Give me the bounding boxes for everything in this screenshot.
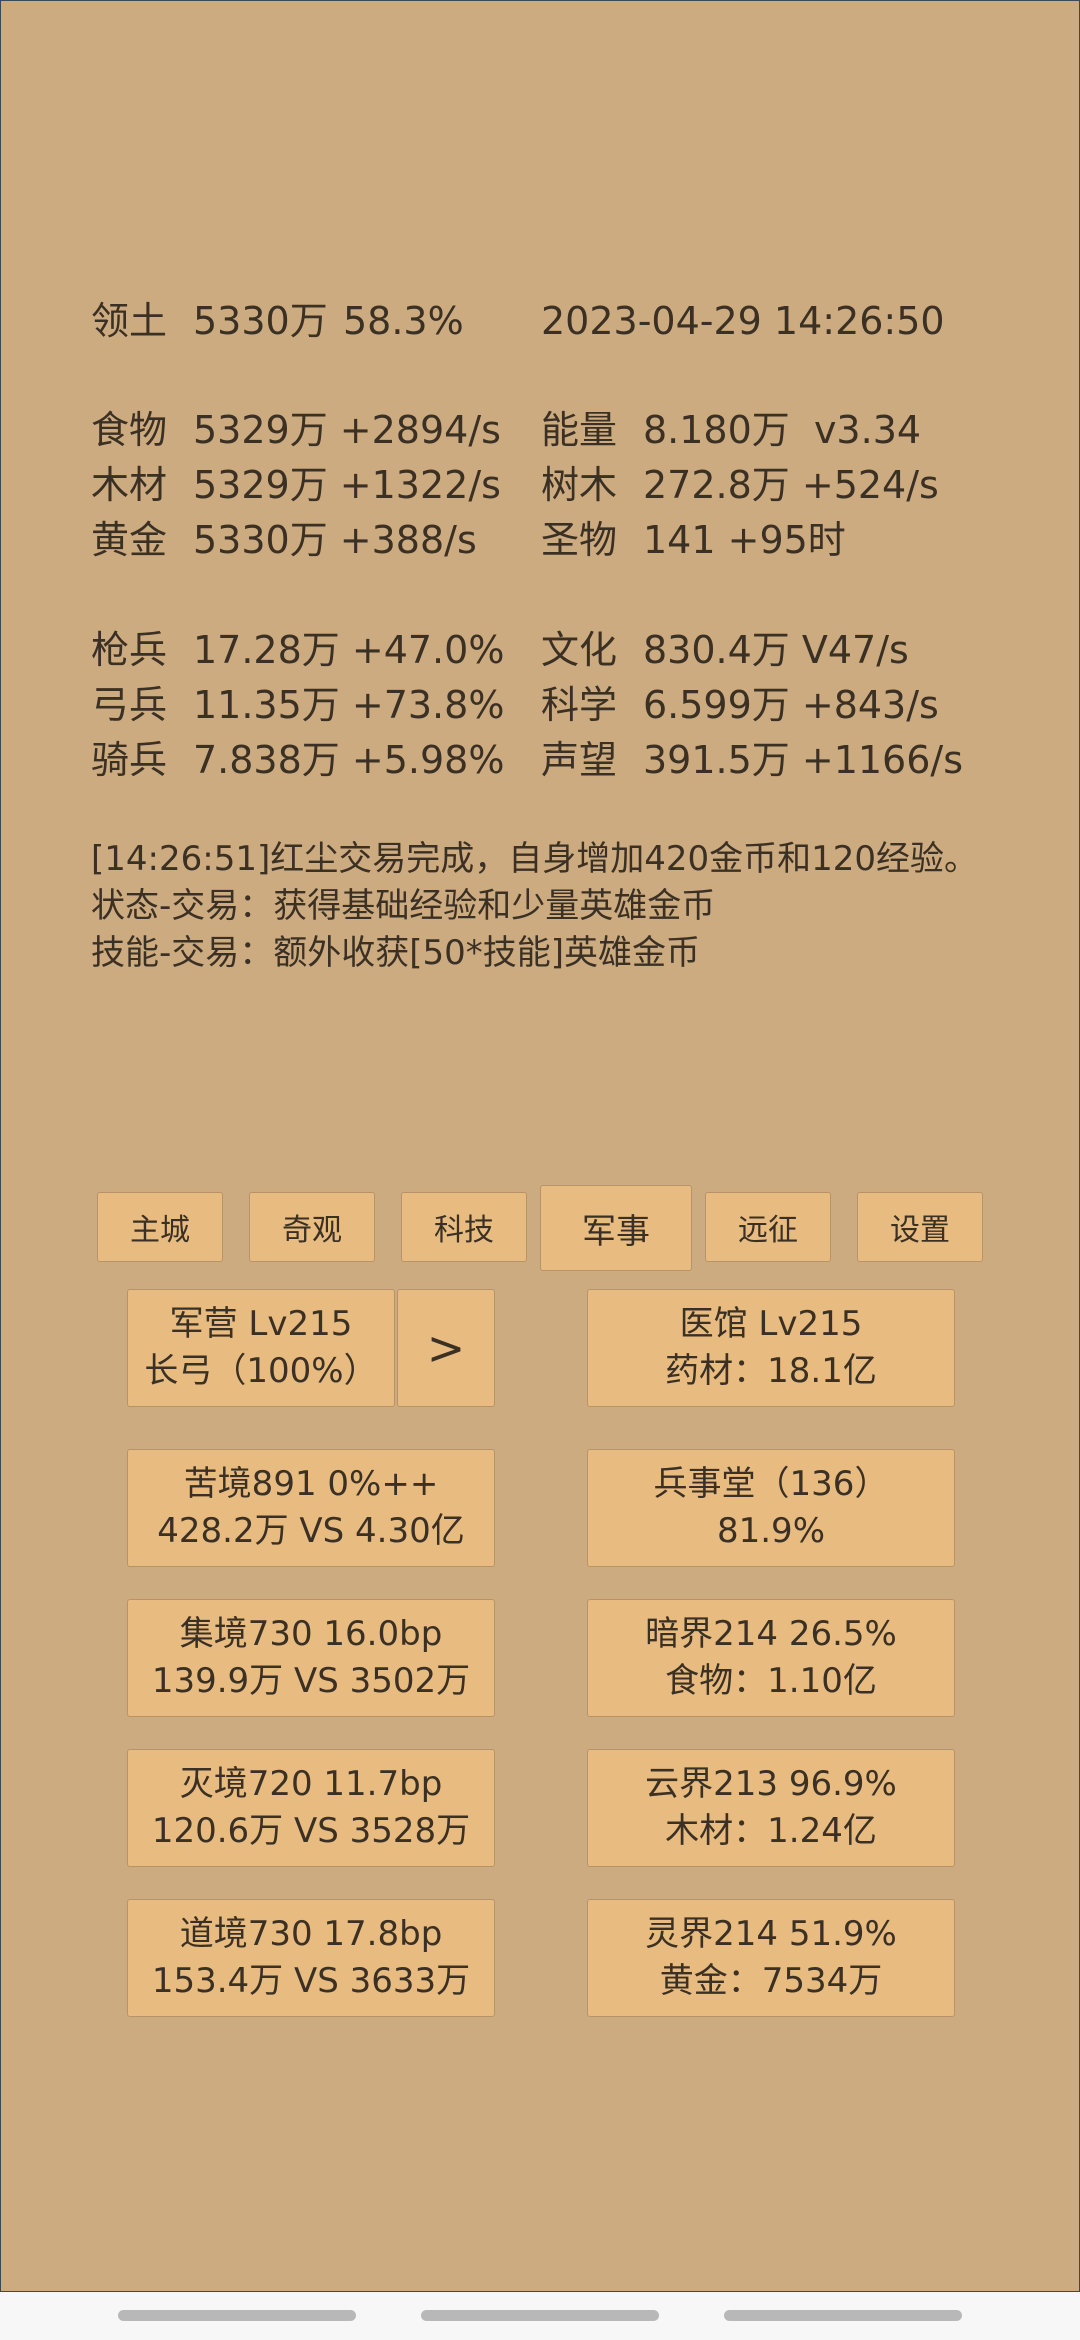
log-line: [14:26:51]红尘交易完成，自身增加420金币和120经验。 bbox=[91, 839, 979, 879]
cavalry-value: 7.838万 +5.98% bbox=[193, 738, 505, 782]
gold-value: 5330万 +388/s bbox=[193, 518, 477, 562]
hospital-medicine: 药材：18.1亿 bbox=[665, 1351, 877, 1391]
science-value: 6.599万 +843/s bbox=[643, 683, 939, 727]
card-detail: 120.6万 VS 3528万 bbox=[151, 1811, 471, 1851]
barracks-button[interactable]: 军营 Lv215 长弓（100%） bbox=[127, 1289, 395, 1407]
archers-value: 11.35万 +73.8% bbox=[193, 683, 505, 727]
card-detail: 153.4万 VS 3633万 bbox=[151, 1961, 471, 2001]
territory-percent: 58.3% bbox=[343, 299, 464, 343]
card-detail: 黄金：7534万 bbox=[659, 1961, 883, 2001]
realm-mie-button[interactable]: 灭境720 11.7bp 120.6万 VS 3528万 bbox=[127, 1749, 495, 1867]
food-value: 5329万 +2894/s bbox=[193, 408, 501, 452]
trees-value: 272.8万 +524/s bbox=[643, 463, 939, 507]
realm-dao-button[interactable]: 道境730 17.8bp 153.4万 VS 3633万 bbox=[127, 1899, 495, 2017]
card-title: 集境730 16.0bp bbox=[179, 1614, 443, 1654]
card-title: 灭境720 11.7bp bbox=[179, 1764, 443, 1804]
tab-main-city[interactable]: 主城 bbox=[97, 1192, 223, 1262]
tab-technology[interactable]: 科技 bbox=[401, 1192, 527, 1262]
nav-handle[interactable] bbox=[421, 2310, 659, 2321]
military-hall-button[interactable]: 兵事堂（136） 81.9% bbox=[587, 1449, 955, 1567]
culture-label: 文化 bbox=[541, 628, 618, 672]
card-title: 兵事堂（136） bbox=[653, 1464, 889, 1504]
spearmen-value: 17.28万 +47.0% bbox=[193, 628, 505, 672]
culture-value: 830.4万 V47/s bbox=[643, 628, 909, 672]
science-label: 科学 bbox=[541, 683, 618, 727]
card-detail: 81.9% bbox=[716, 1511, 825, 1551]
datetime: 2023-04-29 14:26:50 bbox=[541, 299, 945, 343]
tab-expedition[interactable]: 远征 bbox=[705, 1192, 831, 1262]
gold-label: 黄金 bbox=[91, 518, 168, 562]
nav-handle[interactable] bbox=[724, 2310, 962, 2321]
card-detail: 428.2万 VS 4.30亿 bbox=[157, 1511, 465, 1551]
card-title: 苦境891 0%++ bbox=[183, 1464, 439, 1504]
cavalry-label: 骑兵 bbox=[91, 738, 168, 782]
card-title: 灵界214 51.9% bbox=[645, 1914, 897, 1954]
dark-realm-button[interactable]: 暗界214 26.5% 食物：1.10亿 bbox=[587, 1599, 955, 1717]
chevron-right-icon: > bbox=[426, 1320, 466, 1375]
hospital-button[interactable]: 医馆 Lv215 药材：18.1亿 bbox=[587, 1289, 955, 1407]
tab-settings[interactable]: 设置 bbox=[857, 1192, 983, 1262]
card-detail: 食物：1.10亿 bbox=[665, 1661, 877, 1701]
barracks-training: 长弓（100%） bbox=[144, 1351, 378, 1391]
trees-label: 树木 bbox=[541, 463, 618, 507]
realm-ji-button[interactable]: 集境730 16.0bp 139.9万 VS 3502万 bbox=[127, 1599, 495, 1717]
tab-military[interactable]: 军事 bbox=[540, 1185, 692, 1271]
wood-label: 木材 bbox=[91, 463, 168, 507]
log-line: 技能-交易：额外收获[50*技能]英雄金币 bbox=[91, 933, 701, 973]
territory-label: 领土 bbox=[91, 299, 168, 343]
spirit-realm-button[interactable]: 灵界214 51.9% 黄金：7534万 bbox=[587, 1899, 955, 2017]
food-label: 食物 bbox=[91, 408, 168, 452]
card-title: 暗界214 26.5% bbox=[645, 1614, 897, 1654]
energy-label: 能量 bbox=[541, 408, 618, 452]
card-detail: 139.9万 VS 3502万 bbox=[151, 1661, 471, 1701]
relics-label: 圣物 bbox=[541, 518, 618, 562]
energy-value: 8.180万 v3.34 bbox=[643, 408, 922, 452]
spearmen-label: 枪兵 bbox=[91, 628, 168, 672]
realm-ku-button[interactable]: 苦境891 0%++ 428.2万 VS 4.30亿 bbox=[127, 1449, 495, 1567]
barracks-level: 军营 Lv215 bbox=[169, 1304, 353, 1344]
card-detail: 木材：1.24亿 bbox=[665, 1811, 877, 1851]
nav-handle[interactable] bbox=[118, 2310, 356, 2321]
game-screen: 领土 5330万 58.3% 2023-04-29 14:26:50 食物 53… bbox=[0, 0, 1080, 2292]
log-line: 状态-交易：获得基础经验和少量英雄金币 bbox=[91, 886, 716, 926]
card-title: 云界213 96.9% bbox=[645, 1764, 897, 1804]
barracks-next-button[interactable]: > bbox=[397, 1289, 495, 1407]
cloud-realm-button[interactable]: 云界213 96.9% 木材：1.24亿 bbox=[587, 1749, 955, 1867]
territory-value: 5330万 bbox=[193, 299, 328, 343]
prestige-value: 391.5万 +1166/s bbox=[643, 738, 964, 782]
archers-label: 弓兵 bbox=[91, 683, 168, 727]
hospital-level: 医馆 Lv215 bbox=[679, 1304, 863, 1344]
relics-value: 141 +95时 bbox=[643, 518, 846, 562]
prestige-label: 声望 bbox=[541, 738, 618, 782]
card-title: 道境730 17.8bp bbox=[179, 1914, 443, 1954]
wood-value: 5329万 +1322/s bbox=[193, 463, 501, 507]
tab-wonders[interactable]: 奇观 bbox=[249, 1192, 375, 1262]
